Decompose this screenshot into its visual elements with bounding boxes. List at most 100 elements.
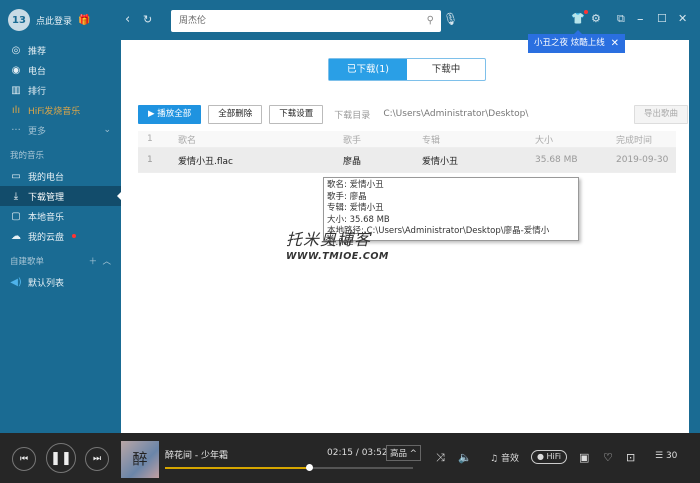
download-dir-path[interactable]: C:\Users\Administrator\Desktop\ — [383, 109, 528, 119]
tooltip-line: 本地路径: C:\Users\Administrator\Desktop\廖晶-… — [327, 226, 550, 248]
tab-downloading[interactable]: 下载中 — [407, 59, 485, 80]
previous-icon: ⏮ — [19, 454, 29, 464]
sidebar-item-label: 我的电台 — [28, 172, 65, 183]
cell-artist[interactable]: 廖晶 — [343, 154, 422, 167]
cover-art-text: 醉 — [132, 450, 148, 468]
my-music-heading: 我的音乐 — [0, 146, 121, 166]
notification-dot — [583, 10, 588, 14]
music-app: 13 点此登录 🎁 ◎ 推荐 ◉ 电台 ▥ 排行 ılı HiFi发烧音乐 ··· 更多 ⌄… — [0, 0, 700, 483]
sidebar-item-recommend[interactable]: ◎ 推荐 — [0, 40, 121, 60]
table-row[interactable]: 1 爱情小丑.flac 廖晶 爱情小丑 35.68 MB 2019-09-30 — [138, 148, 676, 173]
sidebar-item-downloads[interactable]: ⤓ 下载管理 — [0, 186, 121, 206]
hifi-button[interactable]: ● HiFi — [531, 450, 568, 464]
notice-text: 小丑之夜 炫酷上线 — [534, 38, 605, 48]
cloud-icon: ☁ — [11, 230, 21, 242]
pause-icon: ❚❚ — [50, 450, 72, 466]
cell-album[interactable]: 爱情小丑 — [422, 154, 535, 167]
avatar[interactable]: 13 — [8, 9, 30, 31]
column-header: 1 — [147, 134, 153, 144]
next-button[interactable]: ⏭ — [85, 447, 109, 471]
sidebar-item-hifi[interactable]: ılı HiFi发烧音乐 — [0, 100, 121, 120]
quality-select[interactable]: 高品 ^ — [386, 445, 421, 461]
sidebar-item-radio[interactable]: ◉ 电台 — [0, 60, 121, 80]
search-value: 周杰伦 — [179, 16, 207, 26]
volume-icon[interactable]: 🔈 — [458, 451, 472, 464]
tooltip-line: 歌名: 爱情小丑 — [327, 180, 384, 190]
column-header[interactable]: 专辑 — [422, 133, 535, 146]
sidebar-item-default-list[interactable]: ◀) 默认列表 — [0, 272, 121, 292]
column-header[interactable]: 歌手 — [343, 133, 422, 146]
section-title: 自建歌单 — [10, 257, 45, 267]
search-input[interactable]: 周杰伦 ⚲ — [171, 10, 441, 32]
sound-effect-button[interactable]: ♫ 音效 — [490, 451, 519, 464]
login-area[interactable]: 13 点此登录 🎁 — [0, 0, 121, 40]
skin-icon[interactable]: 👕 — [571, 10, 588, 25]
sidebar-item-label: 排行 — [28, 86, 47, 97]
now-playing-title[interactable]: 醉花间 - 少年霜 — [165, 448, 228, 461]
close-icon[interactable]: ✕ — [678, 12, 687, 25]
sidebar-item-label: 本地音乐 — [28, 212, 65, 223]
sidebar-item-cloud[interactable]: ☁ 我的云盘 — [0, 226, 121, 246]
tooltip-line: 歌手: 廖晶 — [327, 191, 367, 202]
sidebar-item-more[interactable]: ··· 更多 ⌄ — [0, 120, 121, 140]
progress-slider[interactable] — [165, 464, 413, 471]
progress-handle[interactable] — [305, 464, 313, 471]
column-header[interactable]: 歌名 — [178, 133, 343, 146]
sidebar: 13 点此登录 🎁 ◎ 推荐 ◉ 电台 ▥ 排行 ılı HiFi发烧音乐 ··· 更多 ⌄… — [0, 0, 121, 433]
gear-icon[interactable]: ⚙ — [591, 12, 601, 25]
radio-box-icon: ▭ — [11, 170, 21, 182]
column-header[interactable]: 大小 — [535, 133, 616, 146]
effect-label: 音效 — [500, 454, 519, 464]
download-settings-button[interactable]: 下载设置 — [269, 104, 324, 124]
play-all-button[interactable]: ▶ 播放全部 — [138, 104, 202, 124]
add-icon[interactable]: ＋ — [89, 257, 98, 267]
chart-icon: ▥ — [11, 84, 21, 96]
previous-button[interactable]: ⏮ — [12, 447, 36, 471]
album-cover[interactable]: 醉 — [121, 441, 159, 478]
playlist-heading: 自建歌单 ＋ ︿ — [0, 252, 121, 272]
tab-group: 已下载(1) 下载中 — [328, 58, 486, 81]
sidebar-item-label: 更多 — [28, 126, 47, 137]
disc-icon: ◎ — [11, 44, 21, 56]
login-label[interactable]: 点此登录 — [36, 14, 72, 27]
tooltip-line: 大小: 35.68 MB — [327, 214, 390, 225]
delete-all-button[interactable]: 全部删除 — [208, 104, 263, 124]
heart-icon[interactable]: ♡ — [603, 451, 613, 464]
chevron-down-icon[interactable]: ⌄ — [103, 125, 111, 135]
minimize-icon[interactable]: – — [637, 12, 644, 27]
chevron-up-icon[interactable]: ︿ — [102, 257, 111, 267]
cell-title: 爱情小丑.flac — [178, 156, 233, 167]
gift-icon[interactable]: 🎁 — [78, 15, 90, 26]
close-icon[interactable]: ✕ — [611, 34, 619, 53]
microphone-icon[interactable]: 🎙 — [443, 12, 458, 26]
column-header[interactable]: 完成时间 — [616, 133, 676, 146]
cell-index: 1 — [147, 155, 153, 165]
button-label: 播放全部 — [157, 108, 192, 119]
maximize-icon[interactable]: ☐ — [657, 12, 667, 25]
sidebar-item-rank[interactable]: ▥ 排行 — [0, 80, 121, 100]
section-title: 我的音乐 — [10, 151, 45, 161]
sidebar-item-local[interactable]: ▢ 本地音乐 — [0, 206, 121, 226]
queue-count: 30 — [665, 451, 678, 461]
pause-button[interactable]: ❚❚ — [46, 443, 76, 473]
lyrics-icon[interactable]: ▣ — [579, 451, 589, 464]
sidebar-item-my-radio[interactable]: ▭ 我的电台 — [0, 166, 121, 186]
playlist-button[interactable]: ☰ 30 — [655, 451, 677, 461]
tab-downloaded[interactable]: 已下载(1) — [329, 59, 407, 80]
download-table: 1 歌名 歌手 专辑 大小 完成时间 1 爱情小丑.flac 廖晶 爱情小丑 3… — [138, 131, 676, 173]
play-time: 02:15 / 03:52 — [327, 448, 388, 458]
refresh-icon[interactable]: ↻ — [143, 13, 152, 26]
monitor-icon: ▢ — [11, 210, 21, 222]
sidebar-item-label: 下载管理 — [28, 192, 65, 203]
tooltip-line: 专辑: 爱情小丑 — [327, 203, 384, 213]
download-manager: 已下载(1) 下载中 ▶ 播放全部 全部删除 下载设置 下载目录 C:\User… — [121, 40, 689, 433]
notice-popup[interactable]: 小丑之夜 炫酷上线 ✕ — [528, 30, 625, 53]
export-button[interactable]: 导出歌曲 — [633, 104, 688, 124]
mini-mode-icon[interactable]: ⧉ — [617, 12, 625, 26]
more-icon[interactable]: ⊡ — [626, 451, 635, 464]
back-icon[interactable]: ‹ — [125, 12, 130, 27]
shuffle-icon[interactable]: ⤨ — [436, 451, 445, 465]
sidebar-item-label: 推荐 — [28, 46, 47, 57]
search-icon[interactable]: ⚲ — [427, 10, 434, 32]
hifi-label: HiFi — [546, 452, 562, 461]
